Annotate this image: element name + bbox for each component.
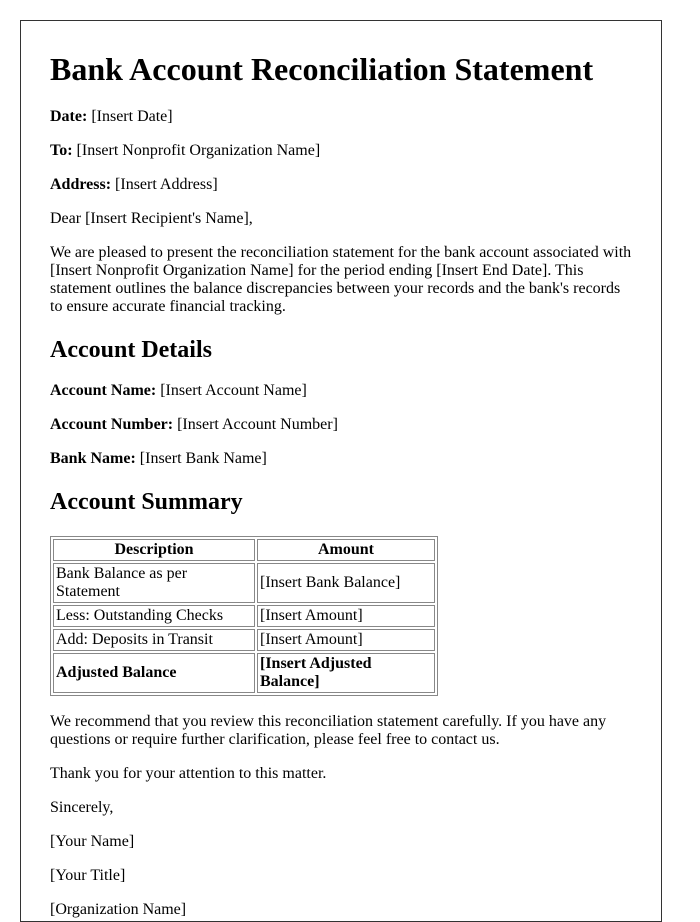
intro-paragraph: We are pleased to present the reconcilia…	[50, 244, 632, 315]
row-description: Add: Deposits in Transit	[53, 629, 255, 651]
address-label: Address:	[50, 176, 112, 193]
account-number-field: Account Number: [Insert Account Number]	[50, 416, 632, 434]
account-summary-heading: Account Summary	[50, 489, 243, 515]
date-field: Date: [Insert Date]	[50, 108, 632, 126]
account-details-heading: Account Details	[50, 337, 212, 363]
account-name-label: Account Name:	[50, 382, 157, 399]
table-row-total: Adjusted Balance [Insert Adjusted Balanc…	[53, 653, 435, 693]
address-value: [Insert Address]	[111, 176, 218, 193]
table-row: Bank Balance as per Statement [Insert Ba…	[53, 563, 435, 603]
account-number-value: [Insert Account Number]	[173, 416, 338, 433]
account-name-value: [Insert Account Name]	[156, 382, 307, 399]
row-description: Less: Outstanding Checks	[53, 605, 255, 627]
sign-off: Sincerely,	[50, 799, 114, 816]
bank-name-label: Bank Name:	[50, 450, 136, 467]
account-name-field: Account Name: [Insert Account Name]	[50, 382, 632, 400]
account-summary-table: Description Amount Bank Balance as per S…	[50, 536, 438, 696]
row-amount: [Insert Bank Balance]	[257, 563, 435, 603]
row-description: Adjusted Balance	[53, 653, 255, 693]
signature-organization: [Organization Name]	[50, 901, 187, 918]
row-amount: [Insert Amount]	[257, 629, 435, 651]
thanks-line: Thank you for your attention to this mat…	[50, 765, 327, 782]
row-amount: [Insert Adjusted Balance]	[257, 653, 435, 693]
closing-paragraph: We recommend that you review this reconc…	[50, 713, 607, 748]
table-row: Add: Deposits in Transit [Insert Amount]	[53, 629, 435, 651]
letter-document: Bank Account Reconciliation Statement Da…	[20, 20, 662, 922]
table-row: Less: Outstanding Checks [Insert Amount]	[53, 605, 435, 627]
table-header-row: Description Amount	[53, 539, 435, 561]
to-field: To: [Insert Nonprofit Organization Name]	[50, 142, 632, 160]
column-header-description: Description	[53, 539, 255, 561]
to-label: To:	[50, 142, 73, 159]
bank-name-field: Bank Name: [Insert Bank Name]	[50, 450, 632, 468]
signature-name: [Your Name]	[50, 833, 135, 850]
bank-name-value: [Insert Bank Name]	[135, 450, 267, 467]
date-label: Date:	[50, 108, 88, 125]
account-number-label: Account Number:	[50, 416, 174, 433]
date-value: [Insert Date]	[87, 108, 173, 125]
row-amount: [Insert Amount]	[257, 605, 435, 627]
to-value: [Insert Nonprofit Organization Name]	[72, 142, 321, 159]
page-title: Bank Account Reconciliation Statement	[50, 51, 594, 87]
column-header-amount: Amount	[257, 539, 435, 561]
signature-title: [Your Title]	[50, 867, 126, 884]
row-description: Bank Balance as per Statement	[53, 563, 255, 603]
address-field: Address: [Insert Address]	[50, 176, 632, 194]
salutation: Dear [Insert Recipient's Name],	[50, 210, 253, 227]
